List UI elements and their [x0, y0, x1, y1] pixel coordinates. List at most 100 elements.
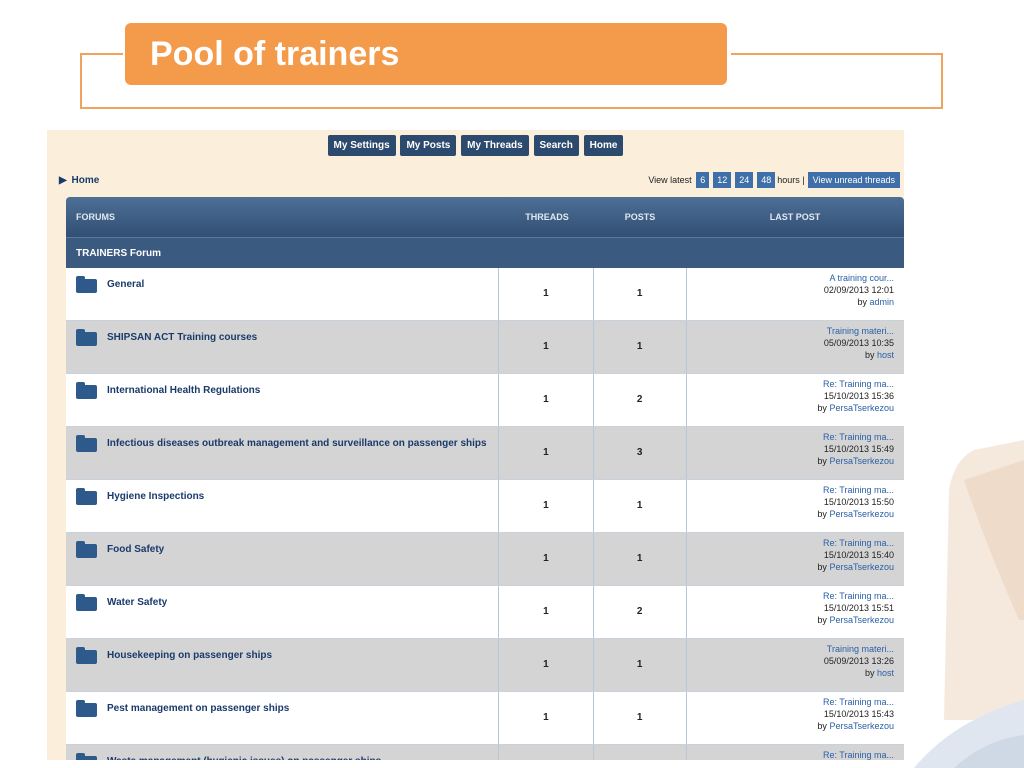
- by-label: by: [817, 562, 827, 572]
- forum-link[interactable]: International Health Regulations: [107, 384, 260, 397]
- forum-link[interactable]: Waste management (hygienic issues) on pa…: [107, 755, 381, 760]
- post-count: 1: [594, 268, 687, 320]
- last-post-author: by PersaTserkezou: [687, 561, 894, 573]
- view-latest-label: View latest: [648, 175, 692, 185]
- user-link[interactable]: PersaTserkezou: [829, 562, 894, 572]
- thread-count: 1: [499, 480, 594, 532]
- last-post-author: by PersaTserkezou: [687, 508, 894, 520]
- user-link[interactable]: PersaTserkezou: [829, 403, 894, 413]
- thread-count: 1: [499, 639, 594, 691]
- folder-icon: [76, 594, 97, 611]
- forum-link[interactable]: SHIPSAN ACT Training courses: [107, 331, 257, 344]
- user-link[interactable]: PersaTserkezou: [829, 509, 894, 519]
- latest-24-button[interactable]: 24: [735, 172, 754, 188]
- forum-cell: Pest management on passenger ships: [66, 692, 499, 744]
- folder-icon: [76, 753, 97, 760]
- my-threads-button[interactable]: My Threads: [461, 135, 529, 156]
- by-label: by: [817, 721, 827, 731]
- forum-link[interactable]: Food Safety: [107, 543, 164, 556]
- folder-icon: [76, 541, 97, 558]
- breadcrumb-home-link[interactable]: Home: [71, 175, 99, 186]
- thread-count: 1: [499, 268, 594, 320]
- arrow-right-icon: ▶: [59, 175, 67, 186]
- last-post-link[interactable]: A training cour...: [687, 272, 894, 284]
- thread-count: 1: [499, 374, 594, 426]
- user-link[interactable]: PersaTserkezou: [829, 721, 894, 731]
- last-post-author: by PersaTserkezou: [687, 614, 894, 626]
- view-latest-bar: View latest 6 12 24 48 hours | View unre…: [648, 172, 900, 188]
- last-post-date: 15/10/2013 15:43: [823, 709, 894, 719]
- thread-count: 1: [499, 321, 594, 373]
- post-count: 2: [594, 374, 687, 426]
- last-post-cell: Re: Training ma... 15/10/2013 15:36 by P…: [687, 374, 904, 426]
- last-post-cell: Re: Training ma... 15/10/2013 15:43 by P…: [687, 692, 904, 744]
- user-link[interactable]: host: [877, 668, 894, 678]
- last-post-link[interactable]: Re: Training ma...: [687, 537, 894, 549]
- forum-table: FORUMS THREADS POSTS LAST POST TRAINERS …: [66, 197, 904, 760]
- table-row: SHIPSAN ACT Training courses 1 1 Trainin…: [66, 321, 904, 374]
- last-post-author: by host: [687, 349, 894, 361]
- last-post-author: by PersaTserkezou: [687, 720, 894, 732]
- thread-count: 1: [499, 586, 594, 638]
- ship-watermark-icon: [914, 440, 1024, 768]
- latest-6-button[interactable]: 6: [696, 172, 710, 188]
- last-post-cell: Re: Training ma... 15/10/2013 15:49 by P…: [687, 427, 904, 479]
- search-button[interactable]: Search: [533, 135, 579, 156]
- last-post-cell: Re: Training ma... 15/10/2013 15:51 by P…: [687, 586, 904, 638]
- my-settings-button[interactable]: My Settings: [327, 135, 396, 156]
- thread-count: 1: [499, 745, 594, 760]
- by-label: by: [857, 297, 867, 307]
- folder-icon: [76, 276, 97, 293]
- forum-link[interactable]: Housekeeping on passenger ships: [107, 649, 272, 662]
- last-post-author: by admin: [687, 296, 894, 308]
- thread-count: 1: [499, 427, 594, 479]
- post-count: 1: [594, 745, 687, 760]
- user-link[interactable]: PersaTserkezou: [829, 615, 894, 625]
- thread-count: 1: [499, 533, 594, 585]
- last-post-link[interactable]: Re: Training ma...: [687, 431, 894, 443]
- forum-cell: General: [66, 268, 499, 320]
- user-link[interactable]: admin: [869, 297, 894, 307]
- forum-cell: Food Safety: [66, 533, 499, 585]
- table-row: Waste management (hygienic issues) on pa…: [66, 745, 904, 760]
- last-post-author: by PersaTserkezou: [687, 402, 894, 414]
- last-post-link[interactable]: Re: Training ma...: [687, 378, 894, 390]
- table-row: Infectious diseases outbreak management …: [66, 427, 904, 480]
- last-post-cell: Re: Training ma... 15/10/2013 15:40 by P…: [687, 533, 904, 585]
- post-count: 1: [594, 533, 687, 585]
- forum-link[interactable]: General: [107, 278, 144, 291]
- forum-link[interactable]: Pest management on passenger ships: [107, 702, 289, 715]
- last-post-link[interactable]: Training materi...: [687, 643, 894, 655]
- forum-cell: Water Safety: [66, 586, 499, 638]
- post-count: 1: [594, 692, 687, 744]
- last-post-date: 15/10/2013 15:50: [823, 497, 894, 507]
- last-post-cell: Training materi... 05/09/2013 13:26 by h…: [687, 639, 904, 691]
- forum-link[interactable]: Water Safety: [107, 596, 167, 609]
- thread-count: 1: [499, 692, 594, 744]
- home-button[interactable]: Home: [583, 135, 624, 156]
- forum-link[interactable]: Infectious diseases outbreak management …: [107, 437, 487, 450]
- last-post-link[interactable]: Re: Training ma...: [687, 484, 894, 496]
- user-link[interactable]: PersaTserkezou: [829, 456, 894, 466]
- last-post-link[interactable]: Training materi...: [687, 325, 894, 337]
- last-post-link[interactable]: Re: Training ma...: [687, 590, 894, 602]
- my-posts-button[interactable]: My Posts: [400, 135, 457, 156]
- last-post-date: 15/10/2013 15:49: [823, 444, 894, 454]
- forum-cell: Housekeeping on passenger ships: [66, 639, 499, 691]
- last-post-author: by PersaTserkezou: [687, 455, 894, 467]
- col-last-post: LAST POST: [769, 212, 821, 222]
- latest-12-button[interactable]: 12: [713, 172, 732, 188]
- forum-table-header: FORUMS THREADS POSTS LAST POST: [66, 197, 904, 237]
- last-post-cell: A training cour... 02/09/2013 12:01 by a…: [687, 268, 904, 320]
- view-unread-threads-button[interactable]: View unread threads: [807, 172, 900, 188]
- table-row: Housekeeping on passenger ships 1 1 Trai…: [66, 639, 904, 692]
- forum-link[interactable]: Hygiene Inspections: [107, 490, 204, 503]
- post-count: 1: [594, 639, 687, 691]
- col-posts: POSTS: [624, 212, 656, 222]
- user-link[interactable]: host: [877, 350, 894, 360]
- last-post-author: by host: [687, 667, 894, 679]
- forum-top-nav: My Settings My Posts My Threads Search H…: [47, 135, 904, 156]
- last-post-link[interactable]: Re: Training ma...: [687, 749, 894, 760]
- last-post-link[interactable]: Re: Training ma...: [687, 696, 894, 708]
- latest-48-button[interactable]: 48: [757, 172, 776, 188]
